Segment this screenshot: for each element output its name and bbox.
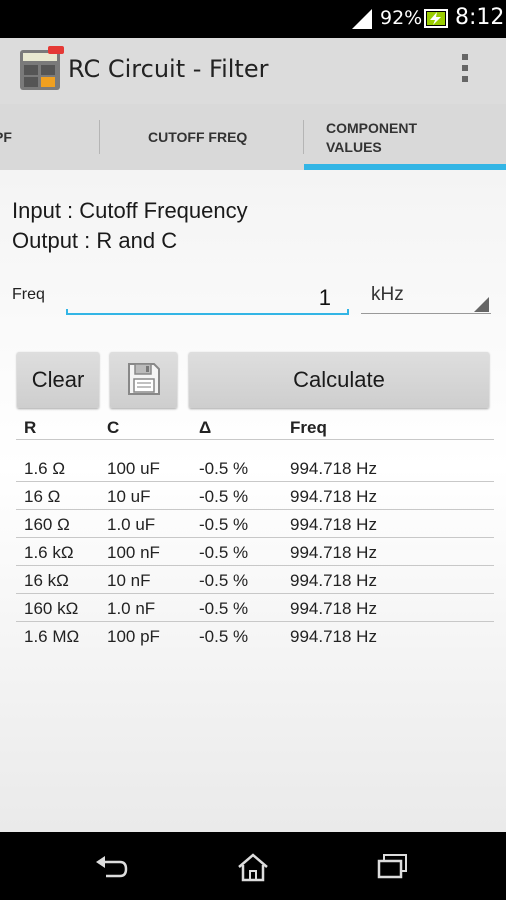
home-icon[interactable] <box>236 852 270 882</box>
cell-c: 100 uF <box>107 459 160 478</box>
results-table: R C Δ Freq 1.6 Ω 100 uF -0.5 % 994.718 H… <box>16 412 494 650</box>
tab-label: CUTOFF FREQ <box>148 129 248 145</box>
cell-r: 16 kΩ <box>24 571 69 590</box>
cell-freq: 994.718 Hz <box>290 599 377 618</box>
tab-label: COMPONENT VALUES <box>326 120 417 155</box>
main-content: Input : Cutoff Frequency Output : R and … <box>0 170 506 832</box>
cell-freq: 994.718 Hz <box>290 627 377 646</box>
tab-component-values[interactable]: COMPONENT VALUES <box>304 104 506 170</box>
header-freq: Freq <box>290 418 327 437</box>
cell-c: 100 nF <box>107 543 160 562</box>
cell-r: 1.6 Ω <box>24 459 66 478</box>
cell-delta: -0.5 % <box>199 487 249 506</box>
input-description: Input : Cutoff Frequency <box>12 198 248 223</box>
overflow-menu-icon[interactable] <box>458 52 472 88</box>
cell-r: 1.6 kΩ <box>24 543 74 562</box>
cell-delta: -0.5 % <box>199 543 249 562</box>
calculator-pro-icon <box>20 46 64 90</box>
freq-input-underline <box>66 309 349 315</box>
cell-freq: 994.718 Hz <box>290 487 377 506</box>
cell-r: 16 Ω <box>24 487 61 506</box>
table-row: 1.6 MΩ 100 pF -0.5 % 994.718 Hz <box>16 622 494 650</box>
battery-charging-icon <box>424 9 448 28</box>
calculate-button[interactable]: Calculate <box>189 352 489 408</box>
unit-dropdown[interactable]: kHz <box>361 274 491 314</box>
cell-c: 1.0 nF <box>107 599 156 618</box>
signal-icon <box>352 9 372 29</box>
cell-freq: 994.718 Hz <box>290 515 377 534</box>
navigation-bar <box>0 832 506 900</box>
table-row: 160 kΩ 1.0 nF -0.5 % 994.718 Hz <box>16 594 494 622</box>
freq-input[interactable] <box>66 278 349 318</box>
app-title: RC Circuit - Filter <box>68 55 269 83</box>
save-button[interactable] <box>110 352 177 408</box>
cell-freq: 994.718 Hz <box>290 543 377 562</box>
cell-c: 1.0 uF <box>107 515 156 534</box>
back-icon[interactable] <box>94 852 130 880</box>
tab-cutoff-freq[interactable]: CUTOFF FREQ <box>100 104 304 170</box>
cell-c: 10 nF <box>107 571 151 590</box>
cell-r: 160 Ω <box>24 515 70 534</box>
cell-r: 1.6 MΩ <box>24 627 80 646</box>
cell-freq: 994.718 Hz <box>290 459 377 478</box>
cell-delta: -0.5 % <box>199 627 249 646</box>
status-bar: 92% 8:12 <box>0 0 506 38</box>
cell-delta: -0.5 % <box>199 571 249 590</box>
tab-label: PF <box>0 129 12 145</box>
table-body: 1.6 Ω 100 uF -0.5 % 994.718 Hz 16 Ω 10 u… <box>16 454 494 650</box>
header-delta: Δ <box>199 418 212 437</box>
cell-delta: -0.5 % <box>199 599 249 618</box>
clear-button[interactable]: Clear <box>17 352 99 408</box>
cell-r: 160 kΩ <box>24 599 79 618</box>
header-r: R <box>24 418 37 437</box>
table-row: 16 kΩ 10 nF -0.5 % 994.718 Hz <box>16 566 494 594</box>
cell-c: 10 uF <box>107 487 151 506</box>
table-row: 1.6 kΩ 100 nF -0.5 % 994.718 Hz <box>16 538 494 566</box>
cell-delta: -0.5 % <box>199 459 249 478</box>
freq-label: Freq <box>12 286 45 303</box>
table-row: 160 Ω 1.0 uF -0.5 % 994.718 Hz <box>16 510 494 538</box>
action-bar: RC Circuit - Filter <box>0 38 506 104</box>
header-c: C <box>107 418 120 437</box>
cell-freq: 994.718 Hz <box>290 571 377 590</box>
table-row: 16 Ω 10 uF -0.5 % 994.718 Hz <box>16 482 494 510</box>
unit-selected-value: kHz <box>371 284 404 305</box>
dropdown-arrow-icon <box>474 297 489 312</box>
tab-pf[interactable]: PF <box>0 104 100 170</box>
battery-percent: 92% <box>380 7 423 29</box>
cell-c: 100 pF <box>107 627 160 646</box>
output-description: Output : R and C <box>12 228 178 253</box>
table-row: 1.6 Ω 100 uF -0.5 % 994.718 Hz <box>16 454 494 482</box>
cell-delta: -0.5 % <box>199 515 249 534</box>
recent-apps-icon[interactable] <box>376 852 410 880</box>
save-icon <box>128 363 160 395</box>
clock: 8:12 <box>455 5 505 30</box>
tab-bar: PF CUTOFF FREQ COMPONENT VALUES <box>0 104 506 170</box>
table-header: R C Δ Freq <box>16 412 494 440</box>
